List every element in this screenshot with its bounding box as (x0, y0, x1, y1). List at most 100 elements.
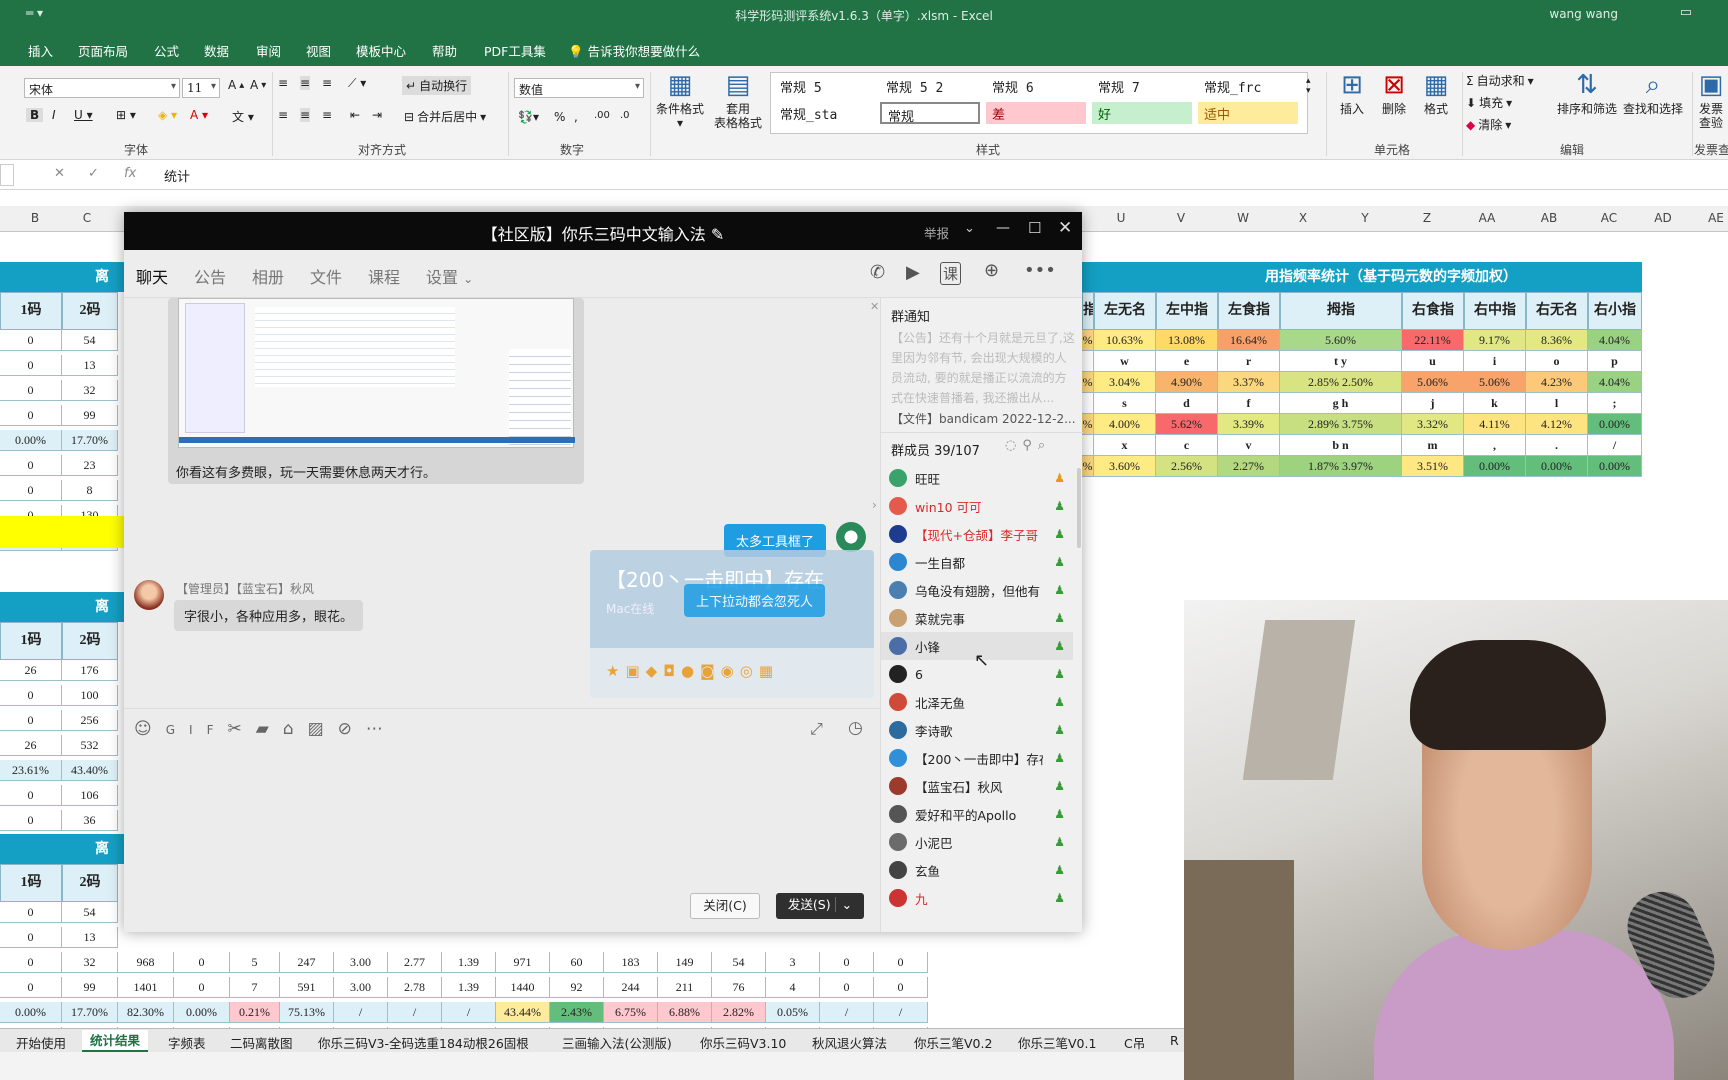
increase-decimal-icon[interactable]: .00 (594, 110, 610, 121)
tell-me-search[interactable]: 💡 告诉我你想要做什么 (568, 41, 700, 60)
table-cell[interactable]: 0 (0, 455, 62, 476)
sheet-tab[interactable]: 你乐三笔V0.2 (914, 1033, 992, 1052)
finger-stat-cell[interactable]: t y (1280, 351, 1402, 372)
style-normal-5-2[interactable]: 常规 5 2 (880, 75, 980, 97)
finger-stat-cell[interactable]: k (1464, 393, 1526, 414)
message-input-area[interactable]: ☺GIF✂▰⌂▨⊘⋯ ⤢ ◷ 关闭(C) 发送(S) ⌄ (124, 708, 880, 932)
table-cell[interactable]: 76 (712, 977, 766, 998)
member-item[interactable]: 爱好和平的Apollo ♟ (881, 800, 1073, 828)
enter-icon[interactable]: ✓ (88, 166, 99, 181)
table-cell[interactable]: 1401 (118, 977, 174, 998)
table-cell[interactable]: 75.13% (280, 1002, 334, 1023)
scissors-icon[interactable]: ✂ (227, 719, 255, 739)
finger-stat-cell[interactable]: 4.04% (1588, 372, 1642, 393)
style-good[interactable]: 好 (1092, 102, 1192, 124)
gallery-icon[interactable]: ⌂ (283, 719, 308, 739)
finger-stat-cell[interactable]: % (1082, 456, 1094, 477)
table-cell[interactable]: 54 (62, 902, 118, 923)
decrease-decimal-icon[interactable]: .0 (620, 110, 630, 121)
tab-settings[interactable]: 设置 ⌄ (426, 264, 473, 288)
column-header[interactable]: W (1228, 211, 1258, 225)
align-middle-icon[interactable]: ≡ (300, 76, 311, 90)
accounting-icon[interactable]: 💱▾ (518, 110, 539, 124)
chat-messages[interactable]: 你看这有多费眼，玩一天需要休息两天才行。 ✕ › 太多工具框了 【200丶一击即… (124, 298, 880, 708)
finger-stat-cell[interactable]: 5.62% (1156, 414, 1218, 435)
tab-courses[interactable]: 课程 (368, 264, 400, 288)
sheet-tab[interactable]: C吊 (1124, 1033, 1145, 1052)
table-cell[interactable]: 0 (174, 952, 230, 973)
table-cell[interactable]: 971 (496, 952, 550, 973)
finger-stat-cell[interactable] (1082, 435, 1094, 456)
finger-stat-cell[interactable]: f (1218, 393, 1280, 414)
sender-name[interactable]: 【管理员】【蓝宝石】秋风 (176, 580, 314, 597)
add-icon[interactable]: ⊕ (984, 260, 999, 281)
sheet-tab[interactable]: R (1170, 1033, 1179, 1048)
table-cell[interactable]: 26 (0, 735, 62, 756)
finger-stat-cell[interactable]: 2.85% 2.50% (1280, 372, 1402, 393)
tab-chat[interactable]: 聊天 (136, 264, 169, 300)
fill-color-icon[interactable]: ◈ ▾ (158, 108, 177, 122)
gallery-scroll-icon[interactable]: ▴ ▾ (1306, 76, 1311, 96)
table-cell[interactable]: 0 (0, 480, 62, 501)
finger-stat-cell[interactable]: % (1082, 372, 1094, 393)
close-icon[interactable]: ✕ (1058, 218, 1072, 238)
finger-stat-cell[interactable]: x (1094, 435, 1156, 456)
finger-stat-cell[interactable]: g h (1280, 393, 1402, 414)
finger-stat-cell[interactable]: 4.04% (1588, 330, 1642, 351)
finger-stat-cell[interactable]: ; (1588, 393, 1642, 414)
table-cell[interactable]: 6.88% (658, 1002, 712, 1023)
finger-stat-cell[interactable]: 5.06% (1402, 372, 1464, 393)
format-cells-button[interactable]: ▦ 格式 (1416, 68, 1456, 116)
column-header[interactable]: AE (1704, 211, 1728, 225)
finger-stat-cell[interactable]: 4.00% (1094, 414, 1156, 435)
finger-stat-cell[interactable]: 3.37% (1218, 372, 1280, 393)
emoji-icon[interactable]: ☺ (134, 719, 166, 739)
table-cell[interactable]: 17.70% (62, 1002, 118, 1023)
finger-stat-cell[interactable]: 5.60% (1280, 330, 1402, 351)
finger-stat-cell[interactable]: 16.64% (1218, 330, 1280, 351)
finger-stat-cell[interactable]: 22.11% (1402, 330, 1464, 351)
finger-stat-cell[interactable]: l (1526, 393, 1588, 414)
finger-stat-cell[interactable]: 5.06% (1464, 372, 1526, 393)
table-cell[interactable]: 43.44% (496, 1002, 550, 1023)
orientation-icon[interactable]: ⟋ ▾ (348, 76, 366, 91)
finger-stat-cell[interactable]: w (1094, 351, 1156, 372)
table-cell[interactable]: 32 (62, 380, 118, 401)
find-select-button[interactable]: ⌕ 查找和选择 (1620, 68, 1686, 116)
sheet-tab[interactable]: 你乐三码V3.10 (700, 1033, 786, 1052)
member-item[interactable]: 【200丶一击即中】存在 ♟ (881, 744, 1073, 772)
column-header[interactable]: AA (1472, 211, 1502, 225)
sheet-tab[interactable]: 字频表 (168, 1033, 206, 1052)
member-item[interactable]: 九 ♟ (881, 884, 1073, 912)
font-size-combo[interactable]: 11 (182, 78, 220, 98)
table-cell[interactable]: 0 (820, 977, 874, 998)
member-item[interactable]: 【蓝宝石】秋风 ♟ (881, 772, 1073, 800)
member-item[interactable]: 一生自都 ♟ (881, 548, 1073, 576)
finger-stat-cell[interactable]: 0.00% (1464, 456, 1526, 477)
decrease-indent-icon[interactable]: ⇤ (350, 108, 360, 122)
finger-stat-cell[interactable]: 3.32% (1402, 414, 1464, 435)
finger-stat-cell[interactable]: 3.51% (1402, 456, 1464, 477)
finger-stat-cell[interactable]: u (1402, 351, 1464, 372)
finger-stat-cell[interactable]: 10.63% (1094, 330, 1156, 351)
table-cell[interactable]: 23.61% (0, 760, 62, 781)
finger-stat-cell[interactable]: % (1082, 414, 1094, 435)
sheet-tab[interactable]: 二码离散图 (230, 1033, 293, 1052)
table-cell[interactable]: 0.00% (174, 1002, 230, 1023)
table-cell[interactable]: 0 (0, 952, 62, 973)
screenshot-image[interactable] (178, 298, 575, 448)
align-center-icon[interactable]: ≡ (300, 108, 311, 122)
finger-stat-cell[interactable]: 2.27% (1218, 456, 1280, 477)
table-format-button[interactable]: ▤ 套用 表格格式 (708, 68, 768, 130)
table-cell[interactable]: 82.30% (118, 1002, 174, 1023)
increase-indent-icon[interactable]: ⇥ (372, 108, 382, 122)
merge-center-button[interactable]: ⊟ 合并后居中 ▾ (404, 108, 486, 125)
column-header[interactable]: AB (1534, 211, 1564, 225)
send-button[interactable]: 发送(S) ⌄ (776, 893, 864, 919)
video-icon[interactable]: ▶ (906, 262, 920, 283)
search-icon[interactable]: ⌕ (1038, 438, 1051, 453)
table-cell[interactable]: 0.21% (230, 1002, 280, 1023)
member-item[interactable]: 旺旺 ♟ (881, 464, 1073, 492)
style-normal-6[interactable]: 常规 6 (986, 75, 1086, 97)
table-cell[interactable]: 968 (118, 952, 174, 973)
